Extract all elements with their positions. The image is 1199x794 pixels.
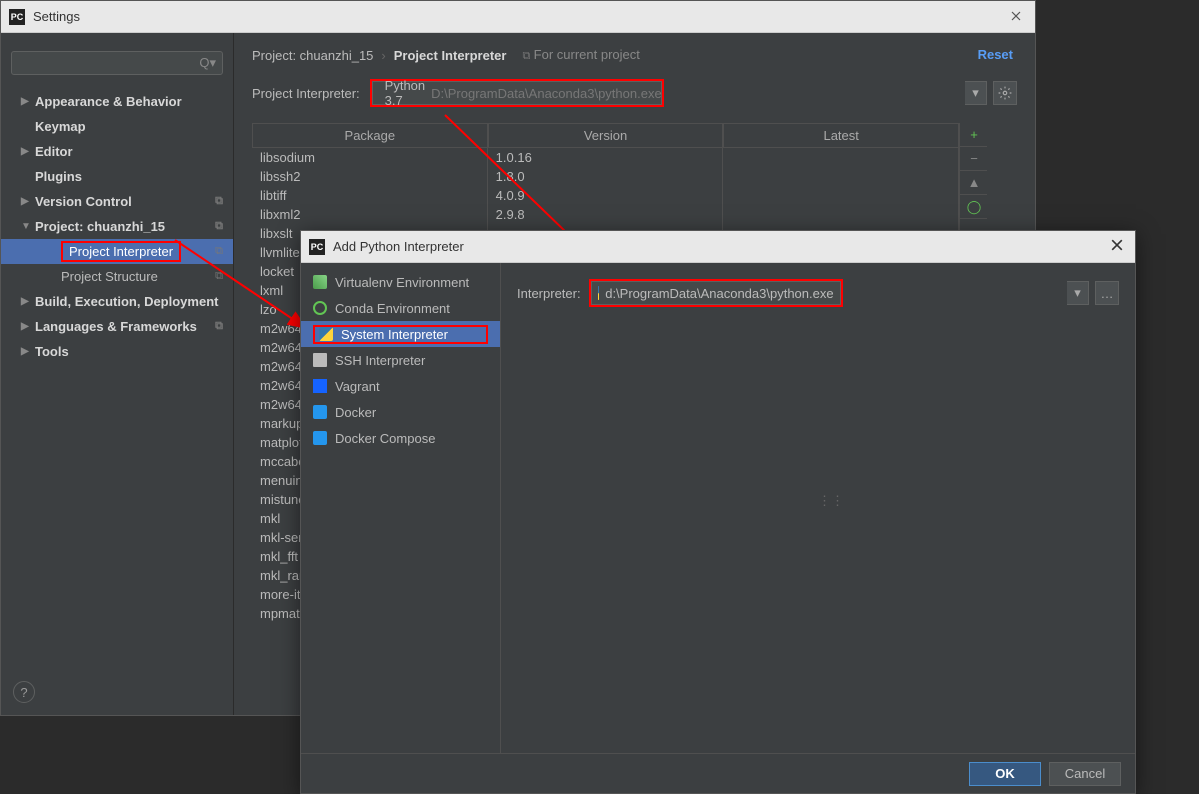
- python-icon: [319, 327, 333, 341]
- interpreter-type-list: Virtualenv EnvironmentConda EnvironmentS…: [301, 263, 501, 753]
- reset-link[interactable]: Reset: [978, 47, 1013, 62]
- sidebar-item-project-structure[interactable]: Project Structure⧉: [1, 264, 233, 289]
- conda-icon: [313, 301, 327, 315]
- search-icon: Q▾: [199, 55, 216, 71]
- docker-icon: [313, 431, 327, 445]
- interpreter-type-docker-compose[interactable]: Docker Compose: [301, 425, 500, 451]
- docker-icon: [313, 405, 327, 419]
- dialog-titlebar: PC Add Python Interpreter: [301, 231, 1135, 263]
- remove-package-button[interactable]: −: [960, 147, 987, 171]
- add-package-button[interactable]: +: [960, 123, 987, 147]
- titlebar: PC Settings: [1, 1, 1035, 33]
- interpreter-path: D:\ProgramData\Anaconda3\python.exe: [431, 86, 662, 101]
- vagrant-icon: [313, 379, 327, 393]
- sidebar-item-editor[interactable]: ▶Editor: [1, 139, 233, 164]
- breadcrumb-project: Project: chuanzhi_15: [252, 48, 373, 63]
- refresh-packages-button[interactable]: ◯: [960, 195, 987, 219]
- copy-icon: ⧉: [215, 320, 223, 333]
- col-version[interactable]: Version: [488, 123, 724, 148]
- table-row[interactable]: libssh21.8.0: [252, 167, 959, 186]
- table-row[interactable]: libxml22.9.8: [252, 205, 959, 224]
- dialog-title: Add Python Interpreter: [333, 239, 1111, 254]
- sidebar-item-build-execution-deployment[interactable]: ▶Build, Execution, Deployment: [1, 289, 233, 314]
- interpreter-type-conda-environment[interactable]: Conda Environment: [301, 295, 500, 321]
- add-interpreter-dialog: PC Add Python Interpreter Virtualenv Env…: [300, 230, 1136, 794]
- gear-button[interactable]: [993, 81, 1017, 105]
- search-field[interactable]: [18, 56, 199, 70]
- col-package[interactable]: Package: [252, 123, 488, 148]
- table-row[interactable]: libtiff4.0.9: [252, 186, 959, 205]
- pycharm-icon: PC: [309, 239, 325, 255]
- browse-button[interactable]: …: [1095, 281, 1119, 305]
- sidebar-item-project-interpreter[interactable]: Project Interpreter⧉: [1, 239, 233, 264]
- dialog-interpreter-select[interactable]: d:\ProgramData\Anaconda3\python.exe: [591, 281, 841, 305]
- settings-sidebar: Q▾ ▶Appearance & BehaviorKeymap▶EditorPl…: [1, 33, 234, 715]
- sidebar-item-keymap[interactable]: Keymap: [1, 114, 233, 139]
- sidebar-item-version-control[interactable]: ▶Version Control⧉: [1, 189, 233, 214]
- interpreter-type-system-interpreter[interactable]: System Interpreter: [301, 321, 500, 347]
- dialog-main: Interpreter: d:\ProgramData\Anaconda3\py…: [501, 263, 1135, 753]
- interpreter-row: Project Interpreter: Python 3.7 D:\Progr…: [252, 79, 1017, 107]
- dialog-interpreter-label: Interpreter:: [517, 286, 581, 301]
- col-latest[interactable]: Latest: [723, 123, 959, 148]
- sidebar-item-project-chuanzhi-15[interactable]: ▼Project: chuanzhi_15⧉: [1, 214, 233, 239]
- sidebar-item-tools[interactable]: ▶Tools: [1, 339, 233, 364]
- close-icon[interactable]: [1011, 9, 1027, 25]
- help-button[interactable]: ?: [13, 681, 35, 703]
- upgrade-package-button[interactable]: ▲: [960, 171, 987, 195]
- sidebar-item-appearance-behavior[interactable]: ▶Appearance & Behavior: [1, 89, 233, 114]
- sidebar-item-languages-frameworks[interactable]: ▶Languages & Frameworks⧉: [1, 314, 233, 339]
- copy-icon: ⧉: [215, 270, 223, 283]
- interpreter-dropdown-button[interactable]: ▾: [965, 81, 987, 105]
- cancel-button[interactable]: Cancel: [1049, 762, 1121, 786]
- breadcrumb: Project: chuanzhi_15 › Project Interpret…: [252, 47, 1017, 63]
- venv-icon: [313, 275, 327, 289]
- interpreter-name: Python 3.7: [385, 78, 425, 108]
- interpreter-type-ssh-interpreter[interactable]: SSH Interpreter: [301, 347, 500, 373]
- breadcrumb-separator: ›: [381, 48, 385, 63]
- nav-list: ▶Appearance & BehaviorKeymap▶EditorPlugi…: [1, 85, 233, 673]
- ok-button[interactable]: OK: [969, 762, 1041, 786]
- copy-icon: ⧉: [215, 220, 223, 233]
- interpreter-label: Project Interpreter:: [252, 86, 360, 101]
- copy-icon: ⧉: [215, 245, 223, 258]
- window-title: Settings: [33, 9, 1011, 24]
- copy-icon: ⧉: [215, 195, 223, 208]
- interpreter-type-docker[interactable]: Docker: [301, 399, 500, 425]
- breadcrumb-hint: ⧉ For current project: [522, 47, 639, 63]
- pycharm-icon: PC: [9, 9, 25, 25]
- breadcrumb-section: Project Interpreter: [394, 48, 507, 63]
- drag-indicator-icon: ⋮⋮: [818, 493, 844, 509]
- dialog-interpreter-path: d:\ProgramData\Anaconda3\python.exe: [605, 286, 833, 301]
- interpreter-type-vagrant[interactable]: Vagrant: [301, 373, 500, 399]
- ssh-icon: [313, 353, 327, 367]
- sidebar-item-plugins[interactable]: Plugins: [1, 164, 233, 189]
- table-row[interactable]: libsodium1.0.16: [252, 148, 959, 167]
- dialog-dropdown-button[interactable]: ▾: [1067, 281, 1089, 305]
- python-icon: [598, 286, 600, 300]
- interpreter-select[interactable]: Python 3.7 D:\ProgramData\Anaconda3\pyth…: [372, 81, 662, 105]
- interpreter-type-virtualenv-environment[interactable]: Virtualenv Environment: [301, 269, 500, 295]
- search-input[interactable]: Q▾: [11, 51, 223, 75]
- dialog-footer: OK Cancel: [301, 753, 1135, 793]
- close-icon[interactable]: [1111, 239, 1127, 255]
